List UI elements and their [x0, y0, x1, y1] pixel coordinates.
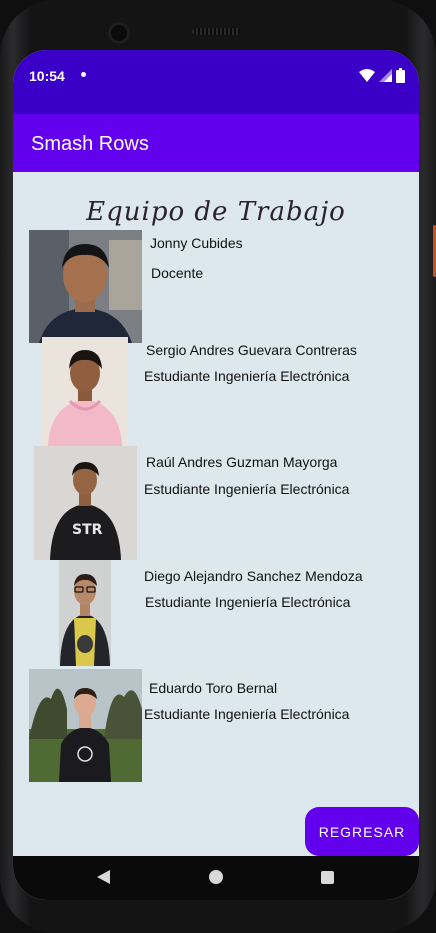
member-name: Jonny Cubides: [150, 235, 243, 251]
page-title: Equipo de Trabajo: [86, 197, 346, 227]
front-camera: [108, 22, 130, 44]
system-icons: [359, 68, 405, 83]
regresar-button[interactable]: REGRESAR: [305, 807, 419, 856]
back-icon[interactable]: [97, 870, 110, 884]
member-name: Raúl Andres Guzman Mayorga: [146, 454, 338, 470]
signal-icon: [379, 68, 392, 82]
navigation-bar: [13, 856, 419, 900]
home-icon[interactable]: [209, 870, 223, 884]
svg-text:STR: STR: [72, 522, 103, 538]
member-name: Diego Alejandro Sanchez Mendoza: [144, 568, 363, 584]
member-role: Docente: [151, 265, 204, 281]
member-photo-raul: STR: [34, 446, 137, 560]
member-role: Estudiante Ingeniería Electrónica: [144, 368, 350, 384]
app-title: Smash Rows: [31, 133, 149, 155]
wifi-icon: [359, 68, 375, 82]
member-photo-jonny: [29, 230, 142, 343]
member-name: Sergio Andres Guevara Contreras: [146, 342, 357, 358]
member-role: Estudiante Ingeniería Electrónica: [144, 481, 350, 497]
phone-frame: 10:54 Smash Rows Equipo de Trabajo Jonny…: [0, 0, 436, 933]
recents-icon[interactable]: [321, 871, 334, 884]
notification-dot: [81, 72, 86, 77]
team-content: Equipo de Trabajo Jonny Cubides Docente: [13, 172, 419, 856]
app-bar: Smash Rows: [13, 114, 419, 172]
member-role: Estudiante Ingeniería Electrónica: [145, 594, 351, 610]
member-photo-eduardo: [29, 669, 142, 782]
battery-icon: [396, 68, 405, 83]
status-time: 10:54: [29, 68, 65, 84]
member-role: Estudiante Ingeniería Electrónica: [144, 706, 350, 722]
member-name: Eduardo Toro Bernal: [149, 680, 278, 696]
status-bar: 10:54: [13, 50, 419, 114]
member-photo-sergio: [42, 337, 128, 446]
screen: 10:54 Smash Rows Equipo de Trabajo Jonny…: [13, 50, 419, 900]
member-photo-diego: [59, 560, 111, 666]
earpiece-speaker: [192, 28, 240, 35]
